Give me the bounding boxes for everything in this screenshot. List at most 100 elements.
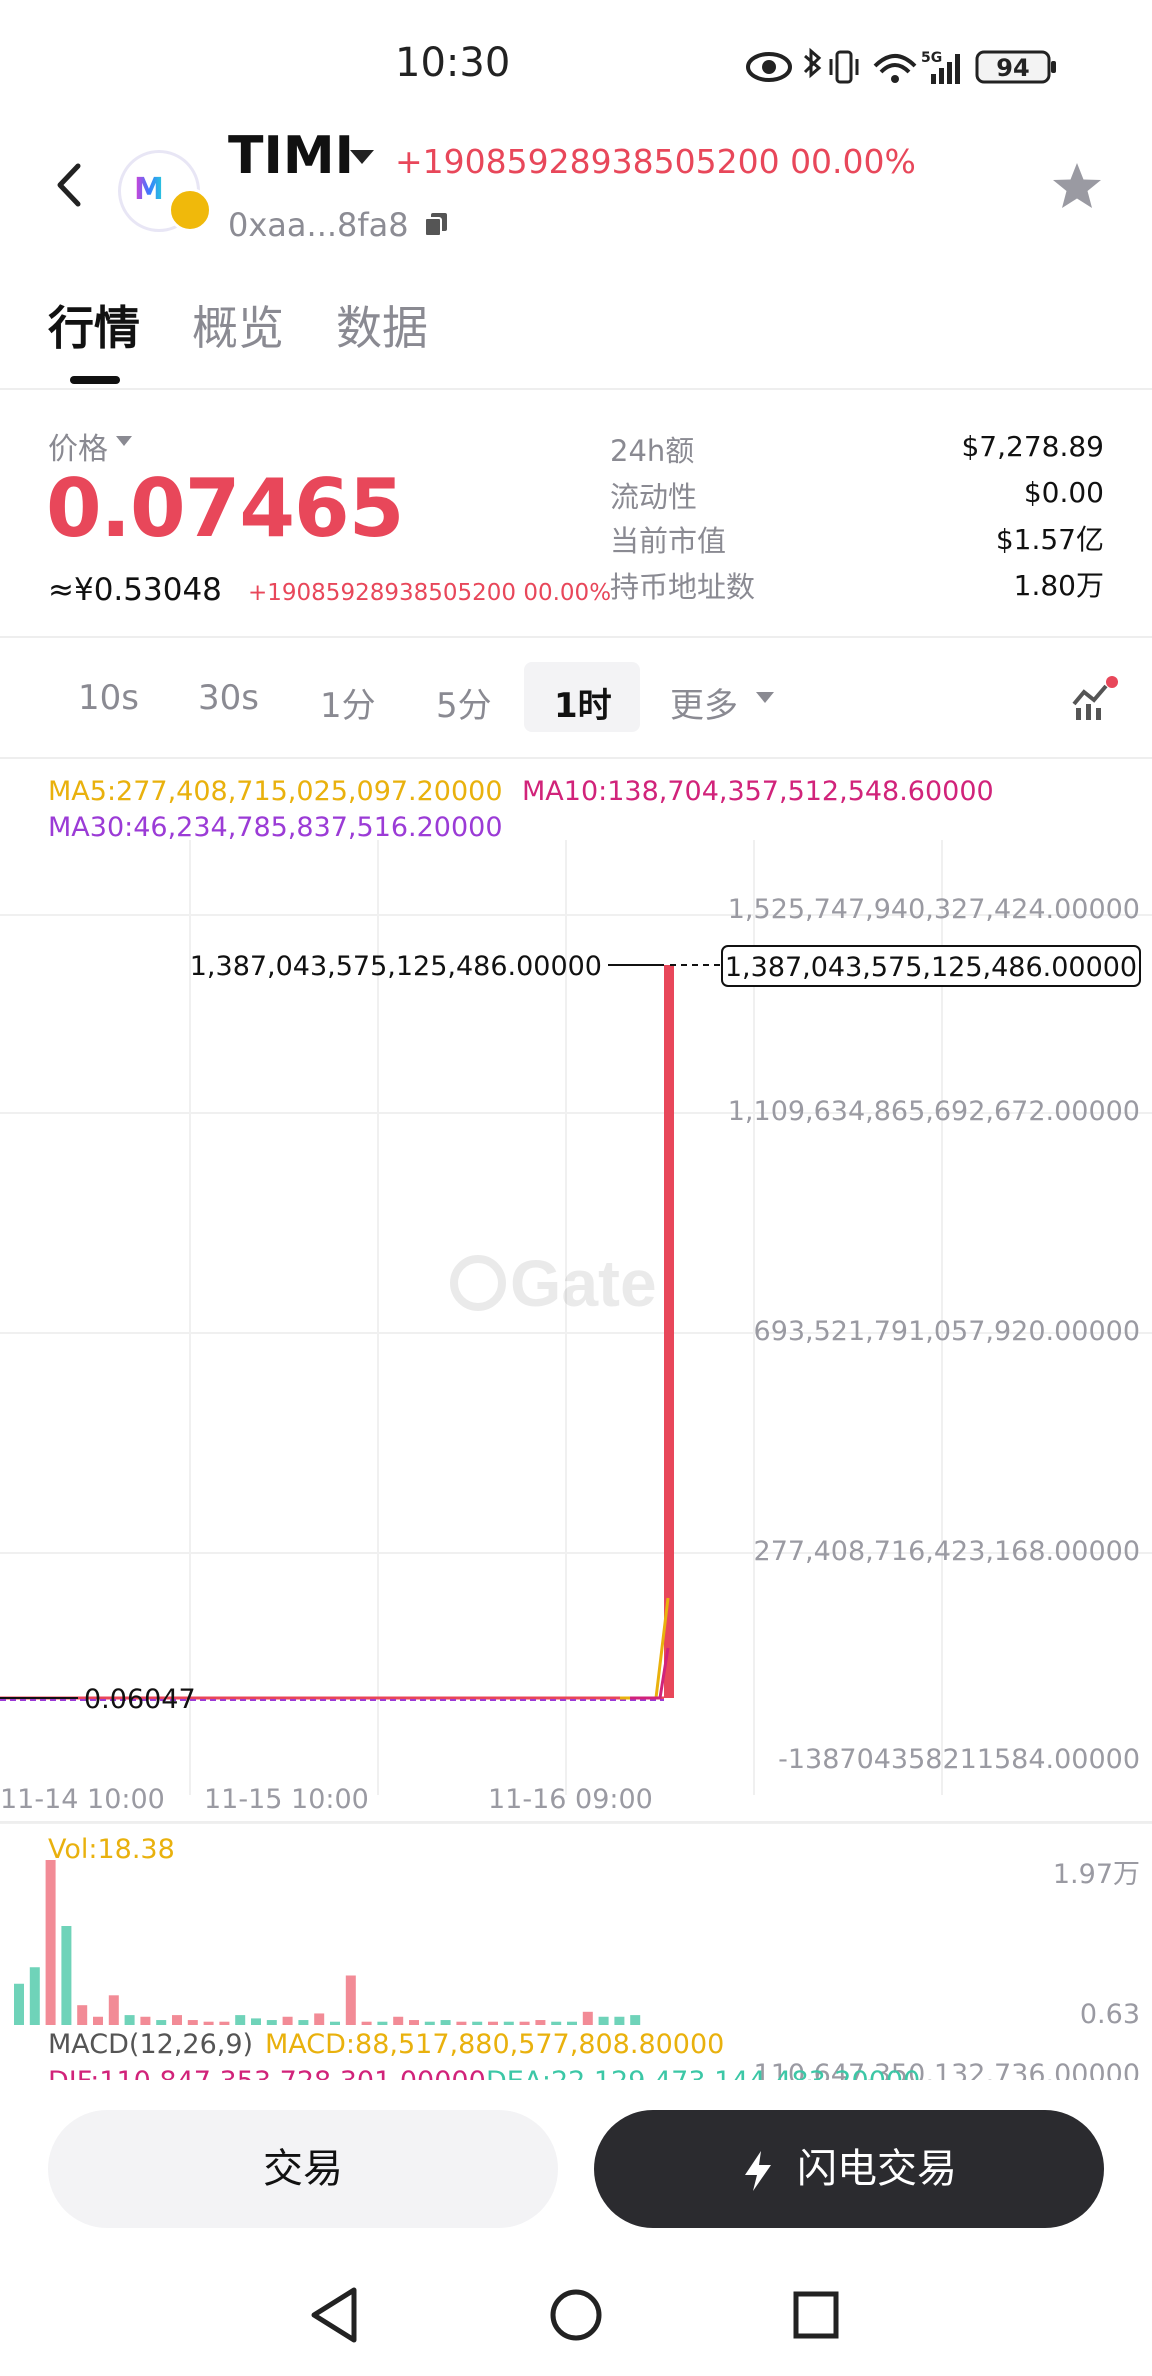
volume-bar bbox=[61, 1926, 72, 2025]
volume-bar bbox=[235, 2015, 246, 2025]
divider bbox=[0, 636, 1152, 638]
volume-bar bbox=[29, 1967, 40, 2025]
y-label: -138704358211584.00000 bbox=[778, 1744, 1140, 1775]
tab-data[interactable]: 数据 bbox=[336, 292, 428, 358]
macd-value: MACD:88,517,880,577,808.80000 bbox=[265, 2029, 724, 2060]
svg-text:5G: 5G bbox=[921, 50, 942, 66]
stat-value-liquidity: $0.00 bbox=[1023, 476, 1104, 509]
volume-bar bbox=[266, 2020, 277, 2025]
indicator-settings-icon[interactable] bbox=[1070, 674, 1120, 724]
dif-value: DIF:110,847,353,728,301.00000 bbox=[48, 2066, 486, 2080]
volume-bar bbox=[551, 2021, 562, 2025]
volume-bar bbox=[77, 2005, 88, 2025]
volume-bar bbox=[424, 2021, 435, 2025]
high-marker: 1,387,043,575,125,486.00000 bbox=[190, 951, 664, 982]
volume-bar bbox=[172, 2015, 182, 2025]
x-label: 11-14 10:00 bbox=[0, 1784, 165, 1815]
nav-recents-icon[interactable] bbox=[793, 2291, 839, 2339]
coin-dropdown-icon[interactable] bbox=[350, 150, 374, 164]
chain-badge-icon bbox=[168, 188, 212, 232]
volume-bar bbox=[361, 2021, 372, 2025]
price-dropdown-icon[interactable] bbox=[116, 436, 132, 446]
volume-bar bbox=[203, 2021, 214, 2025]
volume-legend: Vol:18.38 bbox=[48, 1834, 175, 1865]
y-label: 1,525,747,940,327,424.00000 bbox=[728, 894, 1140, 925]
y-label: 693,521,791,057,920.00000 bbox=[754, 1316, 1140, 1347]
status-time: 10:30 bbox=[395, 40, 511, 86]
stat-value-holders: 1.80万 bbox=[1013, 569, 1104, 602]
volume-bar bbox=[614, 2016, 625, 2025]
x-label: 11-16 09:00 bbox=[488, 1784, 653, 1815]
signal-icon: 5G bbox=[921, 50, 960, 84]
flash-trade-label: 闪电交易 bbox=[797, 2146, 957, 2192]
volume-bars bbox=[14, 1860, 641, 2025]
volume-bar bbox=[14, 1983, 24, 2025]
last-candle[interactable] bbox=[664, 965, 674, 1698]
current-price-tag[interactable]: 1,387,043,575,125,486.00000 bbox=[721, 945, 1141, 987]
logo-text: M bbox=[134, 172, 164, 207]
timeframe-30s[interactable]: 30s bbox=[198, 678, 259, 718]
svg-text:Gate: Gate bbox=[510, 1246, 657, 1320]
bluetooth-icon bbox=[803, 47, 822, 79]
tab-overview[interactable]: 概览 bbox=[192, 292, 284, 358]
favorite-star-icon[interactable] bbox=[1050, 160, 1104, 214]
volume-bar bbox=[393, 2016, 404, 2025]
stat-label-liquidity: 流动性 bbox=[610, 480, 698, 514]
timeframe-1m[interactable]: 1分 bbox=[320, 678, 376, 727]
price-value: 0.07465 bbox=[46, 462, 404, 555]
trade-button[interactable]: 交易 bbox=[48, 2110, 558, 2228]
macd-legend: MACD(12,26,9) bbox=[48, 2029, 253, 2060]
volume-bar bbox=[124, 2015, 135, 2025]
volume-bar bbox=[456, 2021, 467, 2025]
volume-bar bbox=[298, 2020, 309, 2025]
volume-bar bbox=[187, 2020, 198, 2025]
timeframe-5m[interactable]: 5分 bbox=[436, 678, 492, 727]
volume-bar bbox=[330, 2021, 340, 2025]
timeframe-10s[interactable]: 10s bbox=[78, 678, 139, 718]
contract-address: 0xaa...8fa8 bbox=[228, 206, 409, 244]
eye-icon bbox=[746, 52, 792, 82]
volume-bar bbox=[156, 2020, 167, 2025]
stat-label-marketcap: 当前市值 bbox=[610, 524, 727, 558]
volume-bar bbox=[409, 2020, 419, 2025]
copy-icon[interactable] bbox=[422, 210, 450, 238]
y-label: 277,408,716,423,168.00000 bbox=[754, 1536, 1140, 1567]
volume-bar bbox=[219, 2021, 230, 2025]
coin-logo: M bbox=[118, 150, 212, 232]
system-nav-bar bbox=[311, 2287, 839, 2343]
coin-name[interactable]: TIMI bbox=[228, 126, 354, 186]
tab-market[interactable]: 行情 bbox=[48, 292, 140, 358]
volume-bar bbox=[582, 2011, 593, 2025]
volume-bar bbox=[472, 2021, 483, 2025]
battery-icon: 94 bbox=[975, 50, 1056, 84]
timeframe-more[interactable]: 更多 bbox=[670, 678, 738, 727]
y-axis: 1,525,747,940,327,424.00000 1,109,634,86… bbox=[728, 894, 1140, 1775]
volume-bar bbox=[503, 2021, 514, 2025]
timeframe-1h[interactable]: 1时 bbox=[554, 678, 612, 727]
flash-trade-button[interactable]: 闪电交易 bbox=[594, 2110, 1104, 2228]
vibrate-icon bbox=[829, 50, 859, 84]
volume-axis-label: 1.97万 bbox=[1053, 1859, 1140, 1890]
volume-bar bbox=[440, 2020, 451, 2025]
more-dropdown-icon[interactable] bbox=[756, 692, 774, 703]
nav-back-icon[interactable] bbox=[311, 2287, 357, 2343]
svg-text:1,387,043,575,125,486.00000: 1,387,043,575,125,486.00000 bbox=[190, 951, 602, 982]
volume-bar bbox=[108, 1995, 119, 2025]
divider bbox=[0, 757, 1152, 759]
volume-bar bbox=[251, 2018, 261, 2025]
volume-bar bbox=[519, 2021, 530, 2025]
tab-indicator bbox=[70, 376, 120, 384]
y-label: 1,109,634,865,692,672.00000 bbox=[728, 1096, 1140, 1127]
volume-bar bbox=[535, 2020, 546, 2025]
coin-change: +19085928938505200 00.00% bbox=[395, 142, 916, 181]
volume-bar bbox=[377, 2021, 388, 2025]
price-cny: ≈¥0.53048 bbox=[48, 572, 222, 608]
price-chart[interactable]: Gate 1,525,747,940,327,424.00000 1,109,6… bbox=[0, 770, 1152, 2080]
back-icon[interactable] bbox=[50, 160, 90, 210]
svg-text:94: 94 bbox=[996, 54, 1029, 82]
nav-home-icon[interactable] bbox=[550, 2289, 602, 2341]
stat-value-marketcap: $1.57亿 bbox=[995, 523, 1104, 556]
volume-bar bbox=[140, 2016, 151, 2025]
volume-bar bbox=[598, 2016, 609, 2025]
ma5-line bbox=[620, 1597, 670, 1700]
